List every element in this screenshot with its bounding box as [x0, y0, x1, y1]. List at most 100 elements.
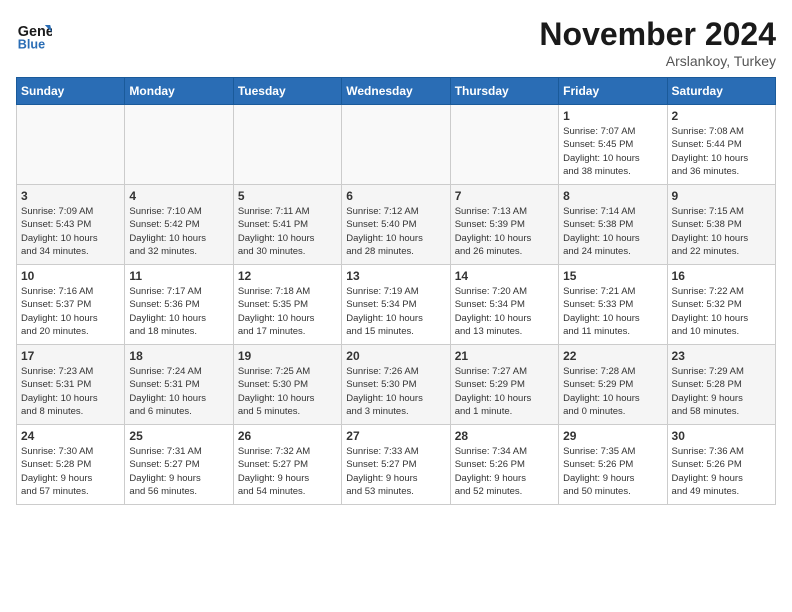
- svg-text:Blue: Blue: [18, 37, 45, 51]
- day-number: 12: [238, 269, 337, 283]
- day-info: Sunrise: 7:23 AMSunset: 5:31 PMDaylight:…: [21, 365, 120, 418]
- calendar-cell: [450, 105, 558, 185]
- week-row-5: 24 Sunrise: 7:30 AMSunset: 5:28 PMDayligh…: [17, 425, 776, 505]
- day-number: 25: [129, 429, 228, 443]
- calendar-cell: 11 Sunrise: 7:17 AMSunset: 5:36 PMDayligh…: [125, 265, 233, 345]
- calendar-cell: 15 Sunrise: 7:21 AMSunset: 5:33 PMDayligh…: [559, 265, 667, 345]
- calendar-cell: 4 Sunrise: 7:10 AMSunset: 5:42 PMDaylight…: [125, 185, 233, 265]
- calendar-cell: 24 Sunrise: 7:30 AMSunset: 5:28 PMDayligh…: [17, 425, 125, 505]
- weekday-header-saturday: Saturday: [667, 78, 775, 105]
- weekday-header-row: SundayMondayTuesdayWednesdayThursdayFrid…: [17, 78, 776, 105]
- day-number: 23: [672, 349, 771, 363]
- logo: General Blue: [16, 16, 52, 52]
- day-number: 20: [346, 349, 445, 363]
- day-number: 21: [455, 349, 554, 363]
- day-info: Sunrise: 7:22 AMSunset: 5:32 PMDaylight:…: [672, 285, 771, 338]
- calendar-cell: 13Sunrise: 7:19 AMSunset: 5:34 PMDayligh…: [342, 265, 450, 345]
- day-info: Sunrise: 7:16 AMSunset: 5:37 PMDaylight:…: [21, 285, 120, 338]
- day-number: 3: [21, 189, 120, 203]
- day-number: 26: [238, 429, 337, 443]
- week-row-2: 3 Sunrise: 7:09 AMSunset: 5:43 PMDaylight…: [17, 185, 776, 265]
- day-info: Sunrise: 7:07 AMSunset: 5:45 PMDaylight:…: [563, 125, 662, 178]
- day-info: Sunrise: 7:13 AMSunset: 5:39 PMDaylight:…: [455, 205, 554, 258]
- day-number: 4: [129, 189, 228, 203]
- calendar-cell: 25Sunrise: 7:31 AMSunset: 5:27 PMDayligh…: [125, 425, 233, 505]
- week-row-4: 17 Sunrise: 7:23 AMSunset: 5:31 PMDayligh…: [17, 345, 776, 425]
- calendar-cell: 2 Sunrise: 7:08 AMSunset: 5:44 PMDaylight…: [667, 105, 775, 185]
- calendar-cell: 5Sunrise: 7:11 AMSunset: 5:41 PMDaylight…: [233, 185, 341, 265]
- calendar-cell: 18Sunrise: 7:24 AMSunset: 5:31 PMDayligh…: [125, 345, 233, 425]
- calendar-cell: 23 Sunrise: 7:29 AMSunset: 5:28 PMDayligh…: [667, 345, 775, 425]
- day-info: Sunrise: 7:29 AMSunset: 5:28 PMDaylight:…: [672, 365, 771, 418]
- day-info: Sunrise: 7:28 AMSunset: 5:29 PMDaylight:…: [563, 365, 662, 418]
- calendar-cell: [342, 105, 450, 185]
- weekday-header-thursday: Thursday: [450, 78, 558, 105]
- calendar-cell: 6 Sunrise: 7:12 AMSunset: 5:40 PMDaylight…: [342, 185, 450, 265]
- day-number: 28: [455, 429, 554, 443]
- day-number: 30: [672, 429, 771, 443]
- day-number: 13: [346, 269, 445, 283]
- weekday-header-sunday: Sunday: [17, 78, 125, 105]
- day-number: 15: [563, 269, 662, 283]
- calendar-cell: 3 Sunrise: 7:09 AMSunset: 5:43 PMDaylight…: [17, 185, 125, 265]
- calendar-table: SundayMondayTuesdayWednesdayThursdayFrid…: [16, 77, 776, 505]
- day-info: Sunrise: 7:25 AMSunset: 5:30 PMDaylight:…: [238, 365, 337, 418]
- day-number: 17: [21, 349, 120, 363]
- day-info: Sunrise: 7:32 AMSunset: 5:27 PMDaylight:…: [238, 445, 337, 498]
- month-title: November 2024: [539, 16, 776, 53]
- day-info: Sunrise: 7:08 AMSunset: 5:44 PMDaylight:…: [672, 125, 771, 178]
- weekday-header-tuesday: Tuesday: [233, 78, 341, 105]
- calendar-cell: [233, 105, 341, 185]
- day-number: 24: [21, 429, 120, 443]
- weekday-header-friday: Friday: [559, 78, 667, 105]
- location: Arslankoy, Turkey: [539, 53, 776, 69]
- day-number: 11: [129, 269, 228, 283]
- day-number: 1: [563, 109, 662, 123]
- day-number: 16: [672, 269, 771, 283]
- page-header: General Blue November 2024 Arslankoy, Tu…: [16, 16, 776, 69]
- logo-icon: General Blue: [16, 16, 52, 52]
- calendar-cell: 28Sunrise: 7:34 AMSunset: 5:26 PMDayligh…: [450, 425, 558, 505]
- day-info: Sunrise: 7:15 AMSunset: 5:38 PMDaylight:…: [672, 205, 771, 258]
- day-info: Sunrise: 7:27 AMSunset: 5:29 PMDaylight:…: [455, 365, 554, 418]
- calendar-cell: 22 Sunrise: 7:28 AMSunset: 5:29 PMDayligh…: [559, 345, 667, 425]
- day-info: Sunrise: 7:10 AMSunset: 5:42 PMDaylight:…: [129, 205, 228, 258]
- calendar-cell: 21 Sunrise: 7:27 AMSunset: 5:29 PMDayligh…: [450, 345, 558, 425]
- day-number: 2: [672, 109, 771, 123]
- day-info: Sunrise: 7:21 AMSunset: 5:33 PMDaylight:…: [563, 285, 662, 338]
- day-number: 6: [346, 189, 445, 203]
- calendar-cell: 29 Sunrise: 7:35 AMSunset: 5:26 PMDayligh…: [559, 425, 667, 505]
- day-info: Sunrise: 7:30 AMSunset: 5:28 PMDaylight:…: [21, 445, 120, 498]
- calendar-cell: 27 Sunrise: 7:33 AMSunset: 5:27 PMDayligh…: [342, 425, 450, 505]
- day-info: Sunrise: 7:33 AMSunset: 5:27 PMDaylight:…: [346, 445, 445, 498]
- calendar-cell: 20 Sunrise: 7:26 AMSunset: 5:30 PMDayligh…: [342, 345, 450, 425]
- day-number: 19: [238, 349, 337, 363]
- week-row-1: 1 Sunrise: 7:07 AMSunset: 5:45 PMDaylight…: [17, 105, 776, 185]
- day-number: 22: [563, 349, 662, 363]
- day-number: 5: [238, 189, 337, 203]
- day-number: 14: [455, 269, 554, 283]
- day-info: Sunrise: 7:12 AMSunset: 5:40 PMDaylight:…: [346, 205, 445, 258]
- calendar-cell: 8Sunrise: 7:14 AMSunset: 5:38 PMDaylight…: [559, 185, 667, 265]
- day-info: Sunrise: 7:09 AMSunset: 5:43 PMDaylight:…: [21, 205, 120, 258]
- calendar-cell: 14Sunrise: 7:20 AMSunset: 5:34 PMDayligh…: [450, 265, 558, 345]
- day-number: 7: [455, 189, 554, 203]
- day-info: Sunrise: 7:17 AMSunset: 5:36 PMDaylight:…: [129, 285, 228, 338]
- calendar-cell: [17, 105, 125, 185]
- weekday-header-wednesday: Wednesday: [342, 78, 450, 105]
- day-info: Sunrise: 7:14 AMSunset: 5:38 PMDaylight:…: [563, 205, 662, 258]
- calendar-cell: [125, 105, 233, 185]
- week-row-3: 10Sunrise: 7:16 AMSunset: 5:37 PMDayligh…: [17, 265, 776, 345]
- calendar-cell: 19 Sunrise: 7:25 AMSunset: 5:30 PMDayligh…: [233, 345, 341, 425]
- day-info: Sunrise: 7:26 AMSunset: 5:30 PMDaylight:…: [346, 365, 445, 418]
- day-number: 9: [672, 189, 771, 203]
- calendar-cell: 17 Sunrise: 7:23 AMSunset: 5:31 PMDayligh…: [17, 345, 125, 425]
- day-number: 29: [563, 429, 662, 443]
- day-number: 27: [346, 429, 445, 443]
- calendar-cell: 9 Sunrise: 7:15 AMSunset: 5:38 PMDaylight…: [667, 185, 775, 265]
- calendar-cell: 16 Sunrise: 7:22 AMSunset: 5:32 PMDayligh…: [667, 265, 775, 345]
- day-info: Sunrise: 7:35 AMSunset: 5:26 PMDaylight:…: [563, 445, 662, 498]
- calendar-cell: 26 Sunrise: 7:32 AMSunset: 5:27 PMDayligh…: [233, 425, 341, 505]
- calendar-cell: 10Sunrise: 7:16 AMSunset: 5:37 PMDayligh…: [17, 265, 125, 345]
- calendar-cell: 30Sunrise: 7:36 AMSunset: 5:26 PMDayligh…: [667, 425, 775, 505]
